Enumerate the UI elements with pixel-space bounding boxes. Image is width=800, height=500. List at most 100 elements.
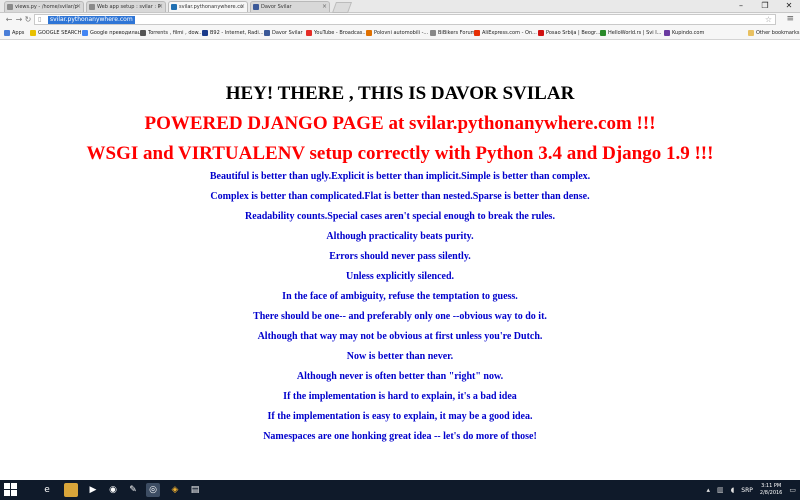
terminal-icon[interactable]: ▤ — [188, 483, 202, 497]
windows-start-button[interactable] — [4, 483, 18, 497]
posao-srbija-icon — [538, 30, 544, 36]
b92-icon — [202, 30, 208, 36]
clock[interactable]: 3:11 PM 2/8/2016 — [760, 483, 782, 497]
other-bookmarks[interactable]: Other bookmarks — [748, 27, 799, 39]
google-translate-icon — [82, 30, 88, 36]
close-icon[interactable]: × — [322, 2, 327, 12]
url-text[interactable]: svilar.pythonanywhere.com — [48, 16, 135, 24]
zen-line: Unless explicitly silenced. — [345, 271, 455, 282]
window-controls: – ❐ ✕ — [734, 0, 796, 11]
bookmark-label: Google преводилац — [90, 30, 142, 36]
page-info-icon[interactable]: ▯ — [38, 16, 41, 23]
tab-title: Web app setup : svilar : P — [97, 4, 161, 10]
bookmark-bibikers[interactable]: BiBikers Forum — [430, 27, 476, 39]
zen-line: Now is better than never. — [346, 351, 454, 362]
bookmark-davor-svilar[interactable]: Davor Svilar — [264, 27, 303, 39]
powered-by-text: POWERED DJANGO PAGE at svilar.pythonanyw… — [144, 113, 656, 134]
clock-date: 2/8/2016 — [759, 490, 783, 496]
aliexpress-icon — [474, 30, 480, 36]
bookmarks-bar: Apps GOOGLE SEARCH Google преводилац Tor… — [0, 27, 800, 40]
zen-line: Although that way may not be obvious at … — [257, 331, 543, 342]
tab-title: Davor Svilar — [261, 4, 292, 10]
camera-icon[interactable]: ◉ — [106, 483, 120, 497]
media-player-icon[interactable]: ▶ — [86, 483, 100, 497]
browser-toolbar: ← → ↻ ▯ svilar.pythonanywhere.com ☆ ≡ — [0, 13, 800, 27]
clock-time: 3:11 PM — [761, 483, 782, 489]
bookmark-label: GOOGLE SEARCH — [38, 30, 82, 36]
notification-icon[interactable]: ▭ — [789, 486, 796, 494]
close-window-icon[interactable]: ✕ — [782, 0, 796, 11]
zen-line: If the implementation is hard to explain… — [283, 391, 517, 402]
zen-line: Namespaces are one honking great idea --… — [263, 431, 537, 442]
zen-line: Beautiful is better than ugly.Explicit i… — [209, 171, 591, 182]
helloworld-icon — [600, 30, 606, 36]
bookmark-label: Other bookmarks — [756, 30, 800, 36]
close-icon[interactable]: × — [240, 2, 245, 12]
page-heading: HEY! THERE , THIS IS DAVOR SVILAR — [225, 83, 575, 104]
bookmark-label: YouTube - Broadcas... — [314, 30, 368, 36]
bibikers-icon — [430, 30, 436, 36]
arrow-up-icon[interactable]: ▴ — [706, 486, 710, 494]
torrents-icon — [140, 30, 146, 36]
bookmark-polovni-automobili[interactable]: Polovni automobili -... — [366, 27, 428, 39]
back-arrow-icon[interactable]: ← — [4, 14, 14, 26]
bookmark-label: B92 - Internet, Radi... — [210, 30, 264, 36]
youtube-icon — [306, 30, 312, 36]
bookmark-google-translate[interactable]: Google преводилац — [82, 27, 141, 39]
menu-icon[interactable]: ≡ — [786, 13, 794, 26]
reload-icon[interactable]: ↻ — [23, 14, 33, 26]
tab-web-app-setup[interactable]: Web app setup : svilar : P × — [86, 1, 166, 12]
zen-line: Complex is better than complicated.Flat … — [210, 191, 590, 202]
bookmark-youtube[interactable]: YouTube - Broadcas... — [306, 27, 367, 39]
apps-grid-icon — [4, 30, 10, 36]
address-bar[interactable]: ▯ svilar.pythonanywhere.com — [34, 14, 776, 25]
setup-text: WSGI and VIRTUALENV setup correctly with… — [86, 143, 714, 164]
volume-icon[interactable]: ◖ — [731, 486, 735, 494]
tab-views-py[interactable]: views.py - /home/svilar/p × — [4, 1, 84, 12]
facebook-icon — [264, 30, 270, 36]
bookmark-star-icon[interactable]: ☆ — [765, 13, 772, 26]
tab-svilar-pythonanywhere[interactable]: svilar.pythonanywhere.co × — [168, 1, 248, 12]
pythonanywhere-favicon-icon — [89, 4, 95, 10]
zen-line: Errors should never pass silently. — [329, 251, 471, 262]
language-indicator[interactable]: SRP — [741, 487, 753, 494]
page-favicon-icon — [171, 4, 177, 10]
close-icon[interactable]: × — [76, 2, 81, 12]
minimize-icon[interactable]: – — [734, 0, 748, 11]
restore-icon[interactable]: ❐ — [758, 0, 772, 11]
tab-davor-svilar[interactable]: Davor Svilar × — [250, 1, 330, 12]
chrome-icon[interactable]: ◎ — [146, 483, 160, 497]
ie-icon[interactable]: e — [40, 483, 54, 497]
pythonanywhere-favicon-icon — [7, 4, 13, 10]
bookmark-helloworld[interactable]: HelloWorld.rs | Svi I... — [600, 27, 661, 39]
bookmark-kupindo[interactable]: Kupindo.com — [664, 27, 704, 39]
zen-line: If the implementation is easy to explain… — [267, 411, 533, 422]
tools-icon[interactable]: ✎ — [126, 483, 140, 497]
windows-taskbar: e ▶ ◉ ✎ ◎ ◈ ▤ ▴ ▥ ◖ SRP 3:11 PM 2/8/2016… — [0, 480, 800, 500]
zen-line: There should be one-- and preferably onl… — [253, 311, 547, 322]
system-tray: ▴ ▥ ◖ SRP 3:11 PM 2/8/2016 ▭ — [706, 482, 796, 498]
bookmark-label: Kupindo.com — [672, 30, 705, 36]
bookmark-label: Apps — [12, 30, 25, 36]
bookmark-aliexpress[interactable]: AliExpress.com - On... — [474, 27, 537, 39]
google-icon — [30, 30, 36, 36]
app-icon[interactable]: ◈ — [168, 483, 182, 497]
browser-tab-strip: views.py - /home/svilar/p × Web app setu… — [0, 0, 800, 13]
web-page-content: HEY! THERE , THIS IS DAVOR SVILAR POWERE… — [0, 40, 800, 470]
tab-title: views.py - /home/svilar/p — [15, 4, 78, 10]
bookmark-google-search[interactable]: GOOGLE SEARCH — [30, 27, 81, 39]
file-explorer-icon[interactable] — [64, 483, 78, 497]
bookmark-posao-srbija[interactable]: Posao Srbija | Beogr... — [538, 27, 600, 39]
facebook-favicon-icon — [253, 4, 259, 10]
polovni-automobili-icon — [366, 30, 372, 36]
close-icon[interactable]: × — [158, 2, 163, 12]
bookmark-torrents[interactable]: Torrents , filmi , dow... — [140, 27, 203, 39]
bookmark-apps[interactable]: Apps — [4, 27, 24, 39]
bookmark-label: Torrents , filmi , dow... — [148, 30, 203, 36]
network-icon[interactable]: ▥ — [717, 486, 724, 494]
new-tab-button[interactable] — [331, 2, 353, 13]
zen-line: Although practicality beats purity. — [326, 231, 474, 242]
bookmark-b92[interactable]: B92 - Internet, Radi... — [202, 27, 264, 39]
bookmark-label: HelloWorld.rs | Svi I... — [608, 30, 662, 36]
folder-icon — [748, 30, 754, 36]
